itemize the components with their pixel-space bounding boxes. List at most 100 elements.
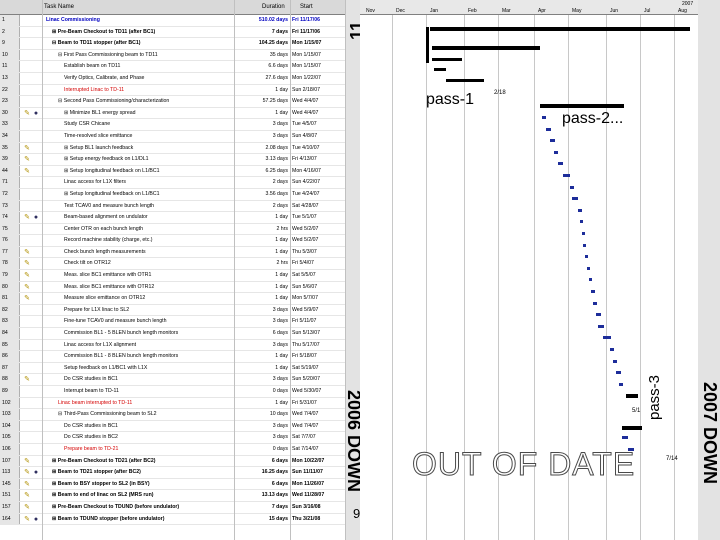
table-row[interactable]: 164 ✎ ● ⊞ Beam to TDUND stopper (before und… (0, 513, 346, 526)
table-row[interactable]: 11 Establish beam on TD11 6.6 days Mon 1/15… (0, 61, 346, 73)
task-bar[interactable] (554, 151, 558, 154)
table-row[interactable]: 84 Commission BL1 - 5 BLEN bunch length m… (0, 328, 346, 340)
table-row[interactable]: 145 ✎ ⊞ Beam to BSY stopper to SL2 (in BSY… (0, 478, 346, 491)
note-icon[interactable]: ✎ (23, 260, 31, 268)
header-duration[interactable]: Duration (262, 4, 285, 10)
resource-icon[interactable]: ● (32, 516, 40, 524)
task-bar[interactable] (613, 360, 617, 363)
table-row[interactable]: 74 ✎ ● Beam-based alignment on undulator 1 d… (0, 212, 346, 224)
table-row[interactable]: 81 ✎ Measure slice emittance on OTR12 1 day… (0, 293, 346, 305)
task-bar-establish[interactable] (434, 68, 446, 71)
task-bar[interactable] (616, 371, 621, 374)
table-row[interactable]: 151 ✎ ⊞ Beam to end of linac on SL2 (MRS r… (0, 490, 346, 502)
table-row[interactable]: 113 ✎ ● ⊞ Beam to TD21 stopper (after BC2) 1… (0, 467, 346, 479)
table-row[interactable]: 22 Interrupted Linac to TD-11 1 day Sun 2/1… (0, 84, 346, 97)
table-row[interactable]: 105 Do CSR studies in BC2 3 days Sat 7/7/07 (0, 432, 346, 444)
task-bar[interactable] (558, 162, 563, 165)
note-icon[interactable]: ✎ (23, 458, 31, 466)
task-bar[interactable] (583, 244, 586, 247)
table-row[interactable]: 33 Study CSR Chicane 3 days Tue 4/5/07 (0, 119, 346, 131)
note-icon[interactable]: ✎ (23, 214, 31, 222)
table-row[interactable]: 107 ✎ ⊞ Pre-Beam Checkout to TD21 (after B… (0, 455, 346, 468)
note-icon[interactable]: ✎ (23, 376, 31, 384)
table-row[interactable]: 82 Prepare for L1X linac to SL2 3 days Wed … (0, 304, 346, 317)
task-bar[interactable] (582, 232, 585, 235)
table-row[interactable]: 23 ⊟ Second Pass Commissioning/characteri… (0, 96, 346, 108)
note-icon[interactable]: ✎ (23, 272, 31, 280)
note-icon[interactable]: ✎ (23, 504, 31, 512)
task-bar[interactable] (603, 336, 611, 339)
summary-bar-second-pass[interactable] (540, 104, 624, 108)
note-icon[interactable]: ✎ (23, 168, 31, 176)
table-row[interactable]: 104 Do CSR studies in BC1 3 days Wed 7/4/07 (0, 420, 346, 433)
task-bar[interactable] (563, 174, 570, 177)
task-bar-interrupt[interactable] (626, 394, 638, 398)
resource-icon[interactable]: ● (32, 469, 40, 477)
note-icon[interactable]: ✎ (23, 481, 31, 489)
task-bar[interactable] (593, 302, 597, 305)
summary-bar-first-pass[interactable] (432, 58, 462, 61)
table-row[interactable]: 34 Time-resolved slice emittance 3 days Sun… (0, 130, 346, 143)
table-row[interactable]: 86 Commission BL1 - 8 BLEN bunch length m… (0, 351, 346, 363)
table-row[interactable]: 106 Prepare beam to TD-21 0 days Sat 7/14/0… (0, 443, 346, 456)
task-bar[interactable] (610, 348, 614, 351)
table-row[interactable]: 79 ✎ Meas. slice BC1 emittance with OTR1 1 … (0, 270, 346, 282)
note-icon[interactable]: ✎ (23, 145, 31, 153)
note-icon[interactable]: ✎ (23, 492, 31, 500)
table-row[interactable]: 72 ⊞ Setup longitudinal feedback on L1/BC… (0, 188, 346, 201)
task-bar[interactable] (546, 128, 551, 131)
task-bar-verify-optics[interactable] (446, 79, 484, 82)
task-bar[interactable] (622, 436, 628, 439)
note-icon[interactable]: ✎ (23, 469, 31, 477)
task-bar[interactable] (542, 116, 546, 119)
table-row[interactable]: 78 ✎ Check tilt on OTR12 2 hrs Fri 5/4/07 (0, 258, 346, 271)
table-row[interactable]: 10 ⊟ First Pass Commissioning beam to TD1… (0, 49, 346, 62)
table-row[interactable]: 73 Test TCAV0 and measure bunch length 2 d… (0, 200, 346, 213)
note-icon[interactable]: ✎ (23, 249, 31, 257)
table-row[interactable]: 85 Linac access for L1X alignment 3 days Th… (0, 339, 346, 352)
resource-icon[interactable]: ● (32, 110, 40, 118)
summary-bar-beam-td11[interactable] (432, 46, 540, 50)
table-row[interactable]: 9 ⊟ Beam to TD11 stopper (after BC1) 104.2… (0, 38, 346, 50)
table-row[interactable]: 77 ✎ Check bunch length measurements 1 day T… (0, 246, 346, 259)
table-row[interactable]: 2 ⊞ Pre-Beam Checkout to TD11 (after BC1)… (0, 26, 346, 39)
task-bar[interactable] (589, 278, 592, 281)
task-bar[interactable] (578, 209, 582, 212)
resource-icon[interactable]: ● (32, 214, 40, 222)
note-icon[interactable]: ✎ (23, 284, 31, 292)
summary-bar-linac[interactable] (430, 27, 690, 31)
table-row[interactable]: 76 Record machine stability (charge, etc.… (0, 235, 346, 247)
task-bar[interactable] (585, 255, 588, 258)
table-row[interactable]: 157 ✎ ⊞ Pre-Beam Checkout to TDUND (before… (0, 501, 346, 514)
task-bar[interactable] (550, 139, 555, 142)
header-start[interactable]: Start (300, 4, 313, 10)
task-bar[interactable] (598, 325, 604, 328)
task-bar[interactable] (587, 267, 590, 270)
table-row[interactable]: 44 ✎ ⊞ Setup longitudinal feedback on L1/B… (0, 165, 346, 178)
task-bar[interactable] (619, 383, 623, 386)
table-row[interactable]: 103 ⊟ Third-Pass Commissioning beam to SL… (0, 409, 346, 421)
table-row[interactable]: 30 ✎ ● ⊞ Minimize BL1 energy spread 1 day Wed… (0, 107, 346, 120)
table-row[interactable]: 87 Setup feedback on L1/BC1 with L1X 1 day… (0, 362, 346, 375)
table-row[interactable]: 75 Center OTR on each bunch length 2 hrs We… (0, 223, 346, 236)
table-row[interactable]: 35 ✎ ⊞ Setup BL1 launch feedback 2.08 days T… (0, 142, 346, 155)
note-icon[interactable]: ✎ (23, 516, 31, 524)
table-row[interactable]: 88 ✎ Do CSR studies in BC1 3 days Sun 5/20/0… (0, 374, 346, 386)
task-bar[interactable] (591, 290, 595, 293)
table-row[interactable]: 89 Interrupt beam to TD-11 0 days Wed 5/30/… (0, 386, 346, 398)
table-row[interactable]: 71 Linac access for L1X filters 2 days Sun … (0, 177, 346, 189)
header-task-name[interactable]: Task Name (44, 4, 74, 10)
table-row[interactable]: 39 ✎ ⊞ Setup energy feedback on L1/DL1 3.13… (0, 154, 346, 166)
table-row[interactable]: 1 Linac Commissioning 510.02 days Fri 11/17… (0, 15, 346, 27)
table-row[interactable]: 102 Linac beam interrupted to TD-11 1 day F… (0, 397, 346, 410)
task-bar[interactable] (580, 220, 583, 223)
table-row[interactable]: 83 Fine-tune TCAV0 and measure bunch leng… (0, 316, 346, 329)
task-bar[interactable] (596, 313, 601, 316)
table-row[interactable]: 13 Verify Optics, Calibrate, and Phase 27.… (0, 72, 346, 85)
task-bar[interactable] (572, 197, 578, 200)
table-row[interactable]: 80 ✎ Meas. slice BC1 emittance with OTR12 1… (0, 281, 346, 294)
note-icon[interactable]: ✎ (23, 110, 31, 118)
note-icon[interactable]: ✎ (23, 156, 31, 164)
task-bar[interactable] (570, 186, 574, 189)
note-icon[interactable]: ✎ (23, 295, 31, 303)
